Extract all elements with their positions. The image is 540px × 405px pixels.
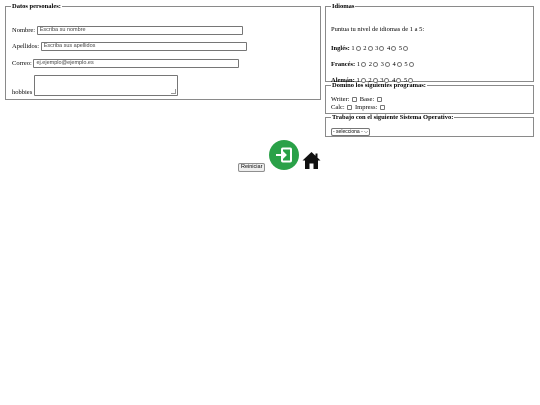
level-label: 2 (368, 61, 372, 68)
language-row: Inglés: 1 2 3 4 5 (331, 45, 409, 52)
reset-button[interactable]: Reiniciar (238, 163, 266, 172)
level-label: 4 (387, 45, 391, 52)
level-radio[interactable] (408, 62, 414, 68)
level-label: 4 (392, 61, 396, 68)
language-label: Francés: (331, 61, 356, 68)
level-radio[interactable] (384, 62, 390, 68)
sistema-selected-value: - selecciona - (333, 129, 363, 135)
programas-row-1: Writer: Base: (331, 96, 383, 103)
chevron-down-icon: ⌵ (364, 129, 368, 135)
level-radio[interactable] (379, 46, 385, 52)
level-label: 5 (398, 45, 403, 52)
calc-label: Calc: (331, 104, 345, 111)
correo-input[interactable]: ej.ejemplo@ejemplo.es (33, 59, 240, 68)
programas-fieldset: Domino los siguientes programas: Writer:… (325, 82, 534, 114)
programas-legend: Domino los siguientes programas: (332, 82, 426, 89)
level-radio[interactable] (403, 46, 409, 52)
base-checkbox[interactable] (376, 97, 382, 103)
level-radio[interactable] (361, 62, 367, 68)
hobbies-label: hobbies (12, 89, 33, 96)
sistema-row: - selecciona - ⌵ (331, 128, 370, 136)
hobbies-textarea[interactable] (33, 75, 178, 96)
nombre-input[interactable]: Escriba su nombre (36, 26, 243, 35)
sistema-legend: Trabajo con el siguiente Sistema Operati… (332, 114, 454, 121)
level-label: 1 (351, 45, 355, 52)
hobbies-row: hobbies (12, 75, 178, 96)
idiomas-intro: Puntua tu nivel de idiomas de 1 a 5: (331, 26, 425, 33)
apellidos-row: Apellidos: Escriba sus apellidos (12, 42, 247, 51)
impress-checkbox[interactable] (379, 105, 385, 111)
sistema-fieldset: Trabajo con el siguiente Sistema Operati… (325, 114, 534, 137)
base-label: Base: (359, 96, 375, 103)
apellidos-input[interactable]: Escriba sus apellidos (40, 42, 247, 51)
writer-label: Writer: (331, 96, 350, 103)
writer-checkbox[interactable] (352, 97, 358, 103)
nombre-row: Nombre: Escriba su nombre (12, 26, 243, 35)
apellidos-label: Apellidos: (12, 42, 40, 50)
level-label: 2 (363, 45, 367, 52)
idiomas-fieldset: Idiomas Puntua tu nivel de idiomas de 1 … (325, 3, 534, 84)
correo-label: Correo: (12, 59, 32, 67)
level-radio[interactable] (391, 46, 397, 52)
language-label: Inglés: (331, 45, 350, 52)
level-label: 3 (375, 45, 379, 52)
impress-label: Impress: (354, 104, 378, 111)
language-row: Francés: 1 2 3 4 5 (331, 61, 415, 68)
level-radio[interactable] (355, 46, 361, 52)
nombre-label: Nombre: (12, 26, 36, 34)
idiomas-legend: Idiomas (332, 3, 355, 10)
personal-data-fieldset: Datos personales: Nombre: Escriba su nom… (5, 3, 321, 100)
level-radio[interactable] (396, 62, 402, 68)
enter-icon[interactable] (269, 140, 299, 170)
programas-row-2: Calc: Impress: (331, 104, 386, 111)
correo-row: Correo: ej.ejemplo@ejemplo.es (12, 59, 240, 68)
level-label: 5 (404, 61, 408, 68)
personal-data-legend: Datos personales: (12, 3, 61, 10)
level-label: 3 (380, 61, 384, 68)
sistema-select[interactable]: - selecciona - ⌵ (331, 128, 370, 136)
home-icon[interactable] (302, 151, 321, 170)
level-radio[interactable] (367, 46, 373, 52)
calc-checkbox[interactable] (347, 105, 353, 111)
level-label: 1 (356, 61, 361, 68)
level-radio[interactable] (372, 62, 378, 68)
